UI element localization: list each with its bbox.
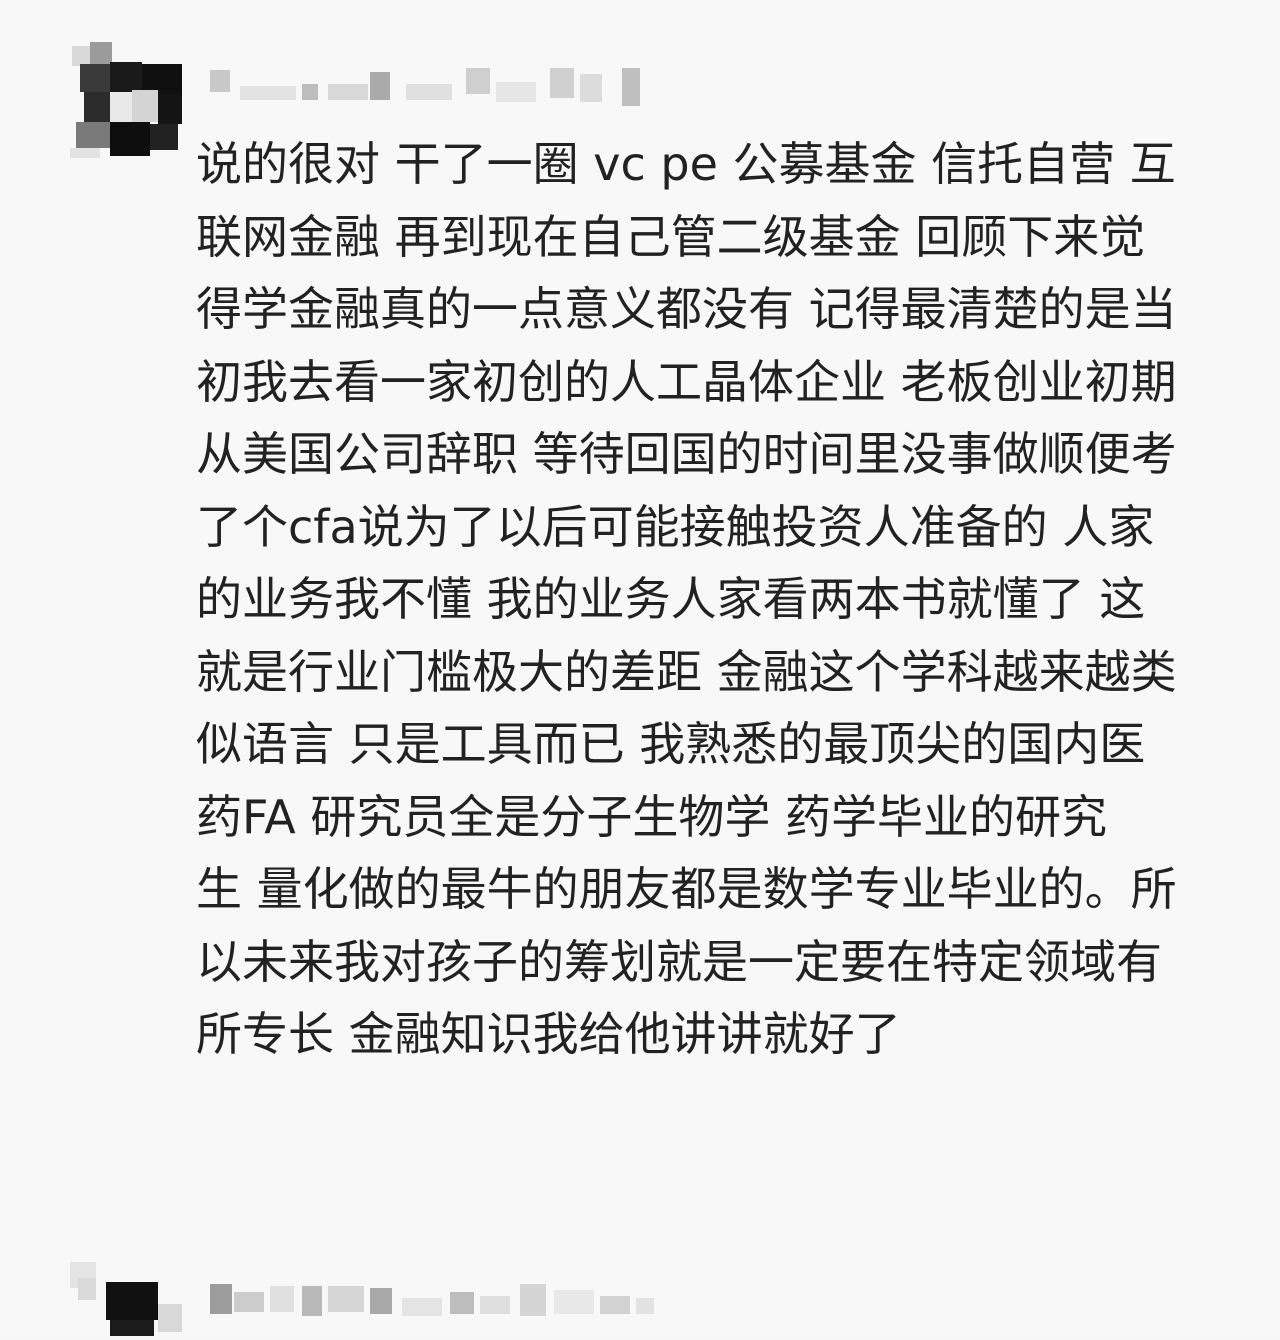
comment-text: 说的很对 干了一圈 vc pe 公募基金 信托自营 互 联网金融 再到现在自己管… — [196, 128, 1236, 1071]
comment-line: 就是行业门槛极大的差距 金融这个学科越来越类 — [196, 644, 1177, 699]
comment-line: 初我去看一家初创的人工晶体企业 老板创业初期 — [196, 354, 1177, 409]
blurred-username[interactable] — [210, 60, 650, 116]
blurred-avatar-icon — [70, 40, 185, 158]
comment-line: 了个cfa说为了以后可能接触投资人准备的 人家 — [196, 499, 1155, 554]
reply-header — [70, 1262, 690, 1336]
avatar[interactable] — [70, 40, 185, 158]
blurred-avatar-icon[interactable] — [70, 1262, 690, 1336]
blurred-username-icon — [210, 68, 640, 106]
comment-line: 以未来我对孩子的筹划就是一定要在特定领域有 — [196, 934, 1162, 989]
comment-line: 得学金融真的一点意义都没有 记得最清楚的是当 — [196, 282, 1177, 336]
comment-line: 的业务我不懂 我的业务人家看两本书就懂了 这 — [196, 572, 1146, 626]
comment-line: 似语言 只是工具而已 我熟悉的最顶尖的国内医 — [196, 717, 1146, 771]
comment-line: 生 量化做的最牛的朋友都是数学专业毕业的。所 — [196, 862, 1177, 916]
comment-line: 药FA 研究员全是分子生物学 药学毕业的研究 — [196, 789, 1107, 844]
comment-line: 所专长 金融知识我给他讲讲就好了 — [196, 1007, 901, 1061]
comment-screenshot: 说的很对 干了一圈 vc pe 公募基金 信托自营 互 联网金融 再到现在自己管… — [0, 0, 1280, 1336]
comment-line: 说的很对 干了一圈 vc pe 公募基金 信托自营 互 — [196, 137, 1176, 191]
comment-line: 从美国公司辞职 等待回国的时间里没事做顺便考 — [196, 427, 1177, 481]
comment-line: 联网金融 再到现在自己管二级基金 回顾下来觉 — [196, 209, 1146, 264]
